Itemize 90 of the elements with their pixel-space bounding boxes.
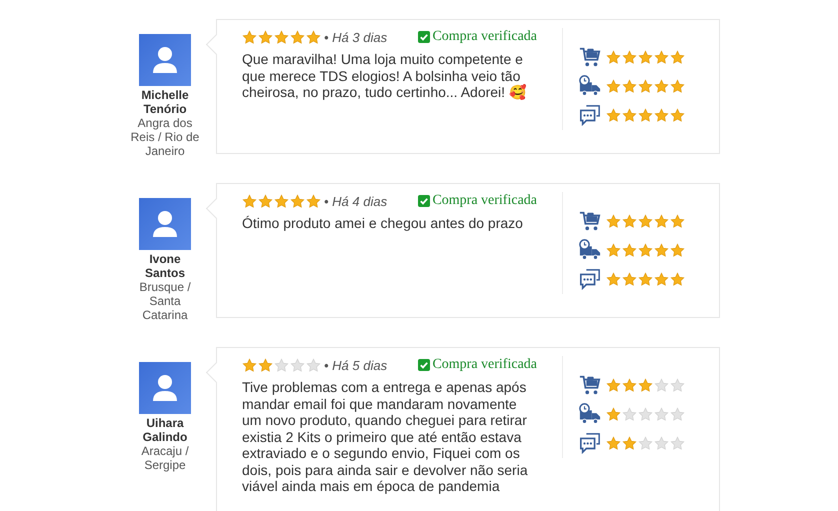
star-icon bbox=[654, 272, 669, 286]
star-icon bbox=[274, 30, 289, 44]
star-icon bbox=[274, 358, 289, 372]
chat-icon bbox=[578, 268, 602, 290]
verified-label: Compra verificada bbox=[432, 193, 537, 209]
star-icon bbox=[258, 30, 273, 44]
star-icon bbox=[670, 214, 685, 228]
chat-icon bbox=[578, 432, 602, 454]
star-icon bbox=[622, 50, 637, 64]
star-icon bbox=[638, 272, 653, 286]
check-icon bbox=[418, 359, 430, 371]
star-icon bbox=[606, 378, 621, 392]
star-icon bbox=[606, 50, 621, 64]
star-icon bbox=[638, 378, 653, 392]
star-icon bbox=[670, 242, 685, 258]
avatar-icon bbox=[139, 34, 191, 86]
author-location: Aracaju / Sergipe bbox=[140, 444, 190, 472]
star-icon bbox=[258, 194, 273, 208]
star-icon bbox=[622, 406, 637, 422]
star-icon bbox=[670, 108, 685, 122]
review-date: • Há 4 dias bbox=[324, 194, 388, 208]
star-icon bbox=[622, 436, 637, 450]
avatar-icon bbox=[139, 362, 191, 414]
truck-clock-icon bbox=[578, 239, 602, 261]
star-icon bbox=[606, 272, 621, 286]
review-text: Ótimo produto amei e chegou antes do prazo bbox=[242, 215, 524, 232]
cart-icon bbox=[578, 46, 602, 68]
star-icon bbox=[606, 214, 621, 228]
star-icon bbox=[606, 78, 621, 94]
star-icon bbox=[242, 30, 257, 44]
truck-clock-icon bbox=[578, 403, 602, 425]
check-icon bbox=[418, 31, 430, 43]
star-icon bbox=[606, 436, 621, 450]
star-icon bbox=[654, 242, 669, 258]
star-icon bbox=[306, 30, 321, 44]
star-icon bbox=[306, 194, 321, 208]
star-icon bbox=[606, 242, 621, 258]
author-location: Brusque / Santa Catarina bbox=[138, 280, 192, 322]
review-date: • Há 5 dias bbox=[324, 358, 388, 372]
star-icon bbox=[622, 214, 637, 228]
author-location: Angra dos Reis / Rio de Janeiro bbox=[130, 116, 200, 158]
star-icon bbox=[606, 108, 621, 122]
star-icon bbox=[654, 214, 669, 228]
star-icon bbox=[306, 358, 321, 372]
star-icon bbox=[670, 378, 685, 392]
verified-label: Compra verificada bbox=[432, 29, 537, 45]
author-name: Uihara Galindo bbox=[142, 416, 188, 444]
star-icon bbox=[670, 50, 685, 64]
star-icon bbox=[622, 242, 637, 258]
cart-icon bbox=[578, 374, 602, 396]
star-icon bbox=[654, 78, 669, 94]
star-icon bbox=[638, 108, 653, 122]
author-name: Ivone Santos bbox=[144, 252, 186, 280]
truck-clock-icon bbox=[578, 75, 602, 97]
author-name: Michelle Tenório bbox=[140, 88, 190, 116]
star-icon bbox=[670, 272, 685, 286]
star-icon bbox=[622, 108, 637, 122]
star-icon bbox=[654, 406, 669, 422]
star-icon bbox=[638, 406, 653, 422]
star-icon bbox=[670, 406, 685, 422]
star-icon bbox=[622, 378, 637, 392]
review-text: Tive problemas com a entrega e apenas após mandar email foi que mandaram novamente um novo produto, quando cheguei para retirar existia 2 Kits o primeiro que até então estava extraviado e o segundo envio, Fiquei com os dois, pois para ainda sair e devolver não seria viável ainda mais em época de pandemia bbox=[242, 379, 529, 494]
star-icon bbox=[670, 78, 685, 94]
star-icon bbox=[606, 406, 621, 422]
star-icon bbox=[290, 358, 305, 372]
review-text: Que maravilha! Uma loja muito competente e que merece TDS elogios! A bolsinha veio tão cheirosa, no prazo, tudo certinho... Adorei! 🥰 bbox=[242, 51, 527, 100]
star-icon bbox=[638, 242, 653, 258]
star-icon bbox=[654, 378, 669, 392]
review-date: • Há 3 dias bbox=[324, 30, 388, 44]
star-icon bbox=[258, 358, 273, 372]
star-icon bbox=[638, 78, 653, 94]
star-icon bbox=[654, 436, 669, 450]
star-icon bbox=[622, 78, 637, 94]
star-icon bbox=[242, 194, 257, 208]
star-icon bbox=[290, 194, 305, 208]
verified-label: Compra verificada bbox=[432, 357, 537, 373]
star-icon bbox=[638, 436, 653, 450]
star-icon bbox=[638, 50, 653, 64]
star-icon bbox=[670, 436, 685, 450]
star-icon bbox=[654, 50, 669, 64]
chat-icon bbox=[578, 104, 602, 126]
cart-icon bbox=[578, 210, 602, 232]
star-icon bbox=[290, 30, 305, 44]
check-icon bbox=[418, 195, 430, 207]
star-icon bbox=[274, 194, 289, 208]
avatar-icon bbox=[139, 198, 191, 250]
star-icon bbox=[638, 214, 653, 228]
star-icon bbox=[622, 272, 637, 286]
star-icon bbox=[242, 358, 257, 372]
star-icon bbox=[654, 108, 669, 122]
